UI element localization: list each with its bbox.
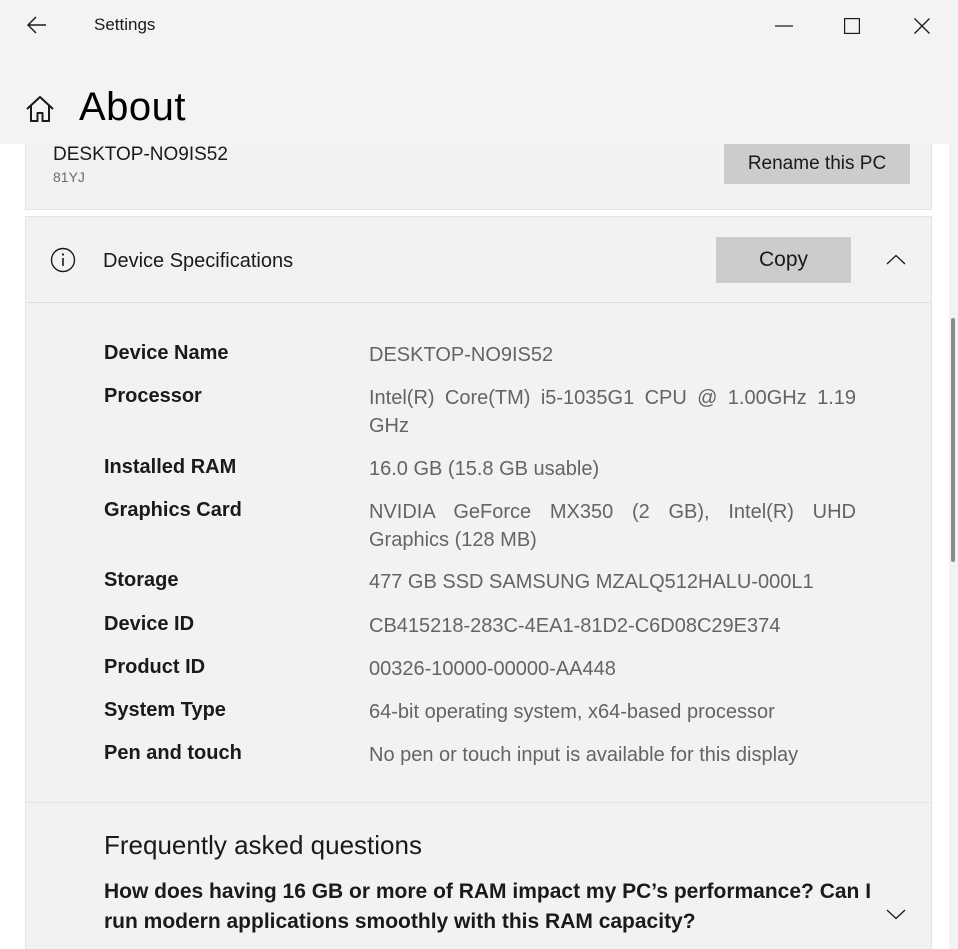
- pc-model: 81YJ: [53, 169, 85, 185]
- spec-value-installed-ram: 16.0 GB (15.8 GB usable): [369, 458, 600, 480]
- spec-label-storage: Storage: [104, 569, 179, 591]
- chevron-up-icon: [886, 254, 906, 265]
- window-title: Settings: [94, 15, 156, 34]
- title-bar: Settings: [0, 0, 958, 52]
- arrow-left-icon: [27, 16, 47, 34]
- spec-value-system-type: 64-bit operating system, x64-based proce…: [369, 701, 775, 723]
- rename-pc-button[interactable]: Rename this PC: [724, 144, 910, 184]
- spec-label-device-id: Device ID: [104, 613, 195, 635]
- home-icon[interactable]: [24, 93, 56, 125]
- spec-value-device-id: CB415218-283C-4EA1-81D2-C6D08C29E374: [369, 615, 781, 637]
- faq-question[interactable]: How does having 16 GB or more of RAM imp…: [104, 877, 874, 937]
- collapse-button[interactable]: [878, 243, 914, 275]
- copy-button[interactable]: Copy: [716, 237, 851, 283]
- device-specifications-title: Device Specifications: [103, 250, 294, 272]
- spec-label-product-id: Product ID: [104, 656, 206, 678]
- spec-label-device-name: Device Name: [104, 342, 229, 364]
- close-button[interactable]: [888, 0, 956, 52]
- spec-value-graphics-card: NVIDIA GeForce MX350 (2 GB), Intel(R) UH…: [369, 501, 856, 551]
- spec-label-processor: Processor: [104, 385, 202, 407]
- page-header: About: [0, 52, 958, 144]
- faq-section: Frequently asked questions How does havi…: [25, 802, 932, 949]
- info-icon: [50, 247, 76, 273]
- spec-label-graphics-card: Graphics Card: [104, 499, 242, 521]
- faq-title: Frequently asked questions: [104, 830, 422, 860]
- scrollbar-thumb[interactable]: [951, 318, 955, 562]
- spec-value-processor: Intel(R) Core(TM) i5-1035G1 CPU @ 1.00GH…: [369, 387, 856, 437]
- minimize-button[interactable]: [750, 0, 818, 52]
- spec-value-storage: 477 GB SSD SAMSUNG MZALQ512HALU-000L1: [369, 571, 814, 593]
- close-icon: [914, 18, 930, 34]
- page-title: About: [79, 85, 187, 129]
- spec-label-installed-ram: Installed RAM: [104, 456, 237, 478]
- spec-label-pen-and-touch: Pen and touch: [104, 742, 242, 764]
- maximize-icon: [844, 18, 860, 34]
- spec-label-system-type: System Type: [104, 699, 226, 721]
- device-specifications-header[interactable]: Device Specifications Copy: [26, 217, 931, 303]
- spec-value-product-id: 00326-10000-00000-AA448: [369, 658, 616, 680]
- spec-value-pen-and-touch: No pen or touch input is available for t…: [369, 744, 799, 766]
- spec-value-device-name: DESKTOP-NO9IS52: [369, 344, 554, 366]
- minimize-icon: [775, 25, 793, 27]
- pc-name: DESKTOP-NO9IS52: [53, 144, 228, 165]
- back-button[interactable]: [14, 6, 60, 44]
- faq-expand-button[interactable]: [878, 898, 914, 930]
- pc-name-card: DESKTOP-NO9IS52 81YJ Rename this PC: [25, 144, 932, 210]
- chevron-down-icon: [886, 909, 906, 920]
- maximize-button[interactable]: [818, 0, 886, 52]
- device-specifications-section: Device Specifications Copy Device Name D…: [25, 216, 932, 803]
